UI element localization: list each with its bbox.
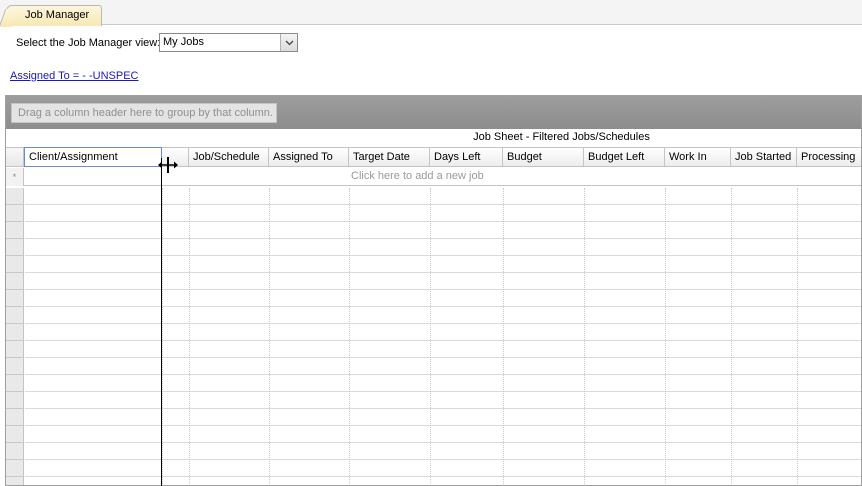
- column-header-budget-left[interactable]: Budget Left: [584, 147, 665, 167]
- column-header-work-in[interactable]: Work In: [665, 147, 731, 167]
- chevron-down-icon[interactable]: [280, 34, 297, 51]
- new-row[interactable]: * Click here to add a new job: [6, 168, 861, 186]
- column-header-client-assignment[interactable]: Client/Assignment: [24, 147, 162, 167]
- column-resize-cursor-icon: [158, 157, 178, 173]
- grid-row-lines: [25, 188, 861, 485]
- tab-label: Job Manager: [25, 9, 90, 21]
- column-header-budget[interactable]: Budget: [503, 147, 584, 167]
- column-header-job-started[interactable]: Job Started: [731, 147, 797, 167]
- column-divider: [665, 188, 666, 485]
- column-divider: [189, 188, 190, 485]
- column-divider: [731, 188, 732, 485]
- sheet-title: Job Sheet - Filtered Jobs/Schedules: [473, 131, 650, 143]
- column-divider: [584, 188, 585, 485]
- column-divider: [503, 188, 504, 485]
- grid-body[interactable]: [6, 188, 861, 485]
- group-by-panel[interactable]: Drag a column header here to group by th…: [6, 96, 861, 129]
- column-header-job-schedule[interactable]: Job/Schedule: [189, 147, 269, 167]
- column-divider: [430, 188, 431, 485]
- column-header-target-date[interactable]: Target Date: [349, 147, 430, 167]
- column-resize-guide: [161, 158, 162, 486]
- new-row-hint[interactable]: Click here to add a new job: [351, 170, 484, 182]
- assigned-to-filter-link[interactable]: Assigned To = - -UNSPEC: [10, 70, 139, 82]
- group-by-hint: Drag a column header here to group by th…: [11, 103, 277, 123]
- view-selector-dropdown[interactable]: My Jobs: [159, 33, 298, 52]
- new-row-marker: *: [6, 168, 24, 186]
- column-divider: [349, 188, 350, 485]
- column-divider: [162, 188, 163, 485]
- column-header-days-left[interactable]: Days Left: [430, 147, 503, 167]
- row-selector-column[interactable]: [6, 188, 24, 485]
- view-selector-value: My Jobs: [163, 36, 204, 48]
- tab-job-manager[interactable]: Job Manager: [6, 5, 102, 26]
- column-header-assigned-to[interactable]: Assigned To: [269, 147, 349, 167]
- job-grid: Drag a column header here to group by th…: [5, 95, 862, 486]
- column-header-processing[interactable]: Processing: [797, 147, 861, 167]
- column-header-row: Client/Assignment Job/Schedule Assigned …: [6, 147, 861, 167]
- row-selector-header: [6, 147, 24, 167]
- column-divider: [797, 188, 798, 485]
- column-divider: [269, 188, 270, 485]
- view-selector-label: Select the Job Manager view:: [16, 37, 161, 49]
- tab-strip: Job Manager: [0, 0, 862, 26]
